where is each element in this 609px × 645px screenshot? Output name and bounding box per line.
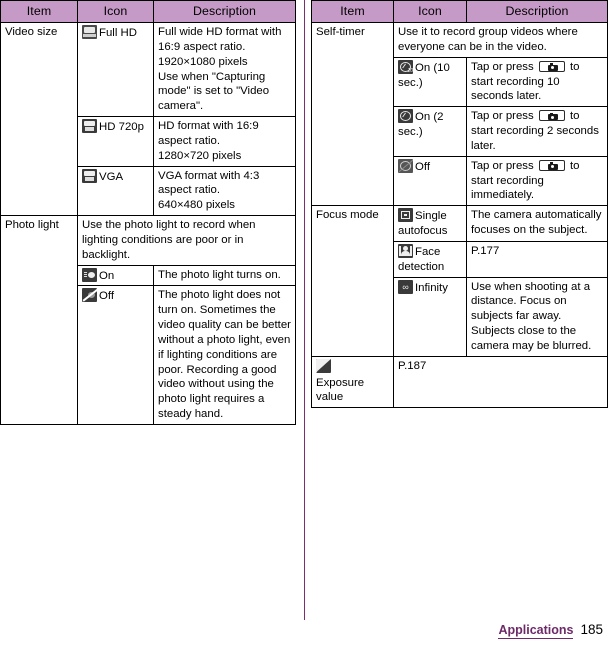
cell-icon-vga: VGA [77,165,154,217]
cell-icon-self-timer-10sec: 10 On (10 sec.) [393,56,467,108]
desc-text-pre: Tap or press [471,110,537,123]
column-divider [304,0,305,620]
cell-description-photo-light: Use the photo light to record when light… [77,215,296,266]
table-header-row: Item Icon Description [311,0,608,24]
cell-item-self-timer: Self-timer [311,22,394,207]
cell-icon-hd-720p: HD 720p [77,116,154,167]
icon-label: HD 720p [99,121,144,134]
cell-icon-photo-light-off: Off [77,285,154,425]
chapter-name: Applications [498,623,574,639]
table-header-row: Item Icon Description [0,0,296,24]
infinity-icon: ∞ [398,279,413,294]
icon-label: VGA [99,170,124,183]
hd720p-icon [82,119,97,134]
item-label: Exposure value [316,376,365,404]
cell-description-face-detection: P.177 [466,240,608,278]
cell-icon-self-timer-off: Off [393,155,467,207]
desc-text-pre: Tap or press [471,159,537,172]
cell-description-photo-light-off: The photo light does not turn on. Someti… [153,285,296,425]
self-timer-10sec-icon: 10 [398,59,413,74]
table-row: Photo light Use the photo light to recor… [0,215,296,425]
desc-text-pre: Tap or press [471,60,537,73]
shutter-key-icon [538,110,565,122]
cell-description-infinity: Use when shooting at a distance. Focus o… [466,276,608,357]
cell-icon-single-autofocus: Single autofocus [393,205,467,242]
page-footer: Applications 185 [498,622,603,639]
cell-icon-infinity: ∞ Infinity [393,276,467,357]
column-header-item: Item [0,0,78,24]
cell-description-self-timer-off: Tap or press to start recording immediat… [466,155,608,207]
column-header-item: Item [311,0,394,24]
cell-item-photo-light: Photo light [0,215,78,425]
table-row: Focus mode Single autofocus The camera a… [311,205,608,357]
column-header-icon: Icon [393,0,467,24]
cell-description-photo-light-on: The photo light turns on. [153,264,296,287]
column-header-description: Description [466,0,608,24]
face-detection-icon [398,243,413,258]
fullhd-icon [82,25,97,40]
cell-description-self-timer: Use it to record group videos where ever… [393,22,608,58]
cell-description-exposure-value: P.187 [393,355,608,409]
manual-page: Item Icon Description Video size Full HD… [0,0,609,645]
table-row: Video size Full HD Full wide HD format w… [0,22,296,217]
photo-light-on-icon [82,267,97,282]
cell-description-full-hd: Full wide HD format with 16:9 aspect rat… [153,22,296,118]
photo-light-off-icon [82,288,97,303]
cell-item-exposure-value: Exposure value [311,355,394,409]
left-spec-table: Item Icon Description Video size Full HD… [0,0,296,425]
page-number: 185 [580,622,603,637]
cell-item-video-size: Video size [0,22,78,217]
cell-icon-face-detection: Face detection [393,240,467,278]
icon-label: On [99,269,115,282]
vga-icon [82,168,97,183]
left-spec-table-wrapper: Item Icon Description Video size Full HD… [0,0,296,425]
table-row: Exposure value P.187 [311,355,608,409]
shutter-key-icon [538,159,565,171]
single-autofocus-icon [398,208,413,223]
exposure-value-icon [316,358,331,373]
cell-description-self-timer-2sec: Tap or press to start recording 2 second… [466,106,608,157]
self-timer-2sec-icon [398,109,413,124]
icon-label: Off [99,290,114,303]
cell-description-single-autofocus: The camera automatically focuses on the … [466,205,608,242]
icon-label: Full HD [99,27,137,40]
table-row: Self-timer Use it to record group videos… [311,22,608,207]
shutter-key-icon [538,60,565,72]
right-spec-table: Item Icon Description Self-timer Use it … [311,0,608,409]
cell-description-vga: VGA format with 4:3 aspect ratio. 640×48… [153,165,296,217]
column-header-icon: Icon [77,0,154,24]
cell-description-hd-720p: HD format with 16:9 aspect ratio. 1280×7… [153,116,296,167]
cell-item-focus-mode: Focus mode [311,205,394,357]
cell-icon-self-timer-2sec: On (2 sec.) [393,106,467,157]
self-timer-off-icon [398,158,413,173]
cell-icon-full-hd: Full HD [77,22,154,118]
icon-label: Off [415,160,430,173]
column-header-description: Description [153,0,296,24]
icon-label: Infinity [415,281,448,294]
cell-description-self-timer-10sec: Tap or press to start recording 10 secon… [466,56,608,108]
right-spec-table-wrapper: Item Icon Description Self-timer Use it … [311,0,608,409]
cell-icon-photo-light-on: On [77,264,154,287]
